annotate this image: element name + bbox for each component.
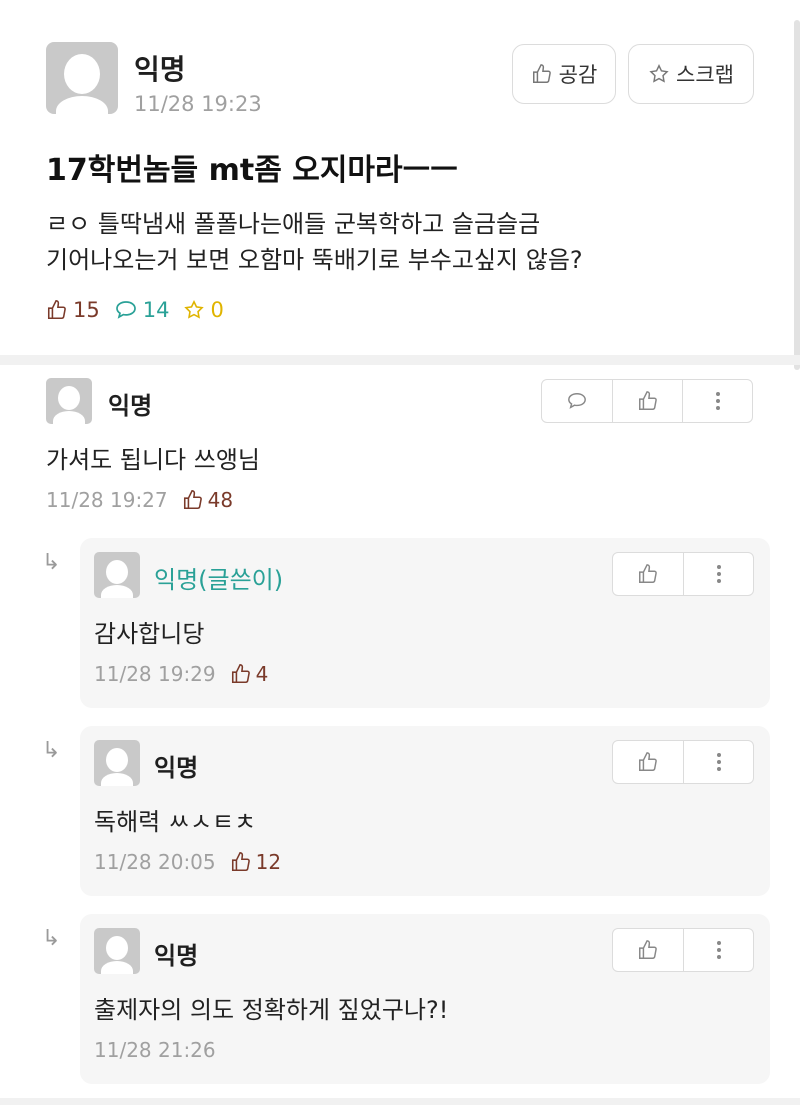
thumbs-up-icon xyxy=(47,300,66,320)
reply-like-button[interactable] xyxy=(613,741,683,783)
comment-meta: 11/28 19:27 48 xyxy=(46,488,233,512)
reply-meta: 11/28 20:05 12 xyxy=(94,850,281,874)
reply-time: 11/28 21:26 xyxy=(94,1038,216,1062)
post-author-avatar xyxy=(46,42,118,114)
post-content: ㄹㅇ 틀딱냄새 폴폴나는애들 군복학하고 슬금슬금 기어나오는거 보면 오함마 … xyxy=(46,206,583,278)
reply-text: 출제자의 의도 정확하게 짚었구나?! xyxy=(94,996,449,1024)
reply-likes: 12 xyxy=(230,850,281,874)
reply-actions xyxy=(612,552,754,596)
reply-time: 11/28 19:29 xyxy=(94,662,216,686)
like-count-value: 15 xyxy=(73,298,100,322)
scrap-button[interactable]: 스크랩 xyxy=(628,44,754,104)
reply-avatar xyxy=(94,552,140,598)
reply-likes-value: 12 xyxy=(255,850,282,874)
comment-time: 11/28 19:27 xyxy=(46,488,168,512)
comment-author: 익명 xyxy=(108,392,153,420)
scrollbar[interactable] xyxy=(794,20,800,370)
scrap-count-value: 0 xyxy=(210,298,224,322)
reply-time: 11/28 20:05 xyxy=(94,850,216,874)
post-author-name: 익명 xyxy=(134,53,186,86)
thumbs-up-icon xyxy=(231,852,250,872)
comment-likes: 48 xyxy=(182,488,233,512)
vertical-dots-icon xyxy=(715,392,720,410)
thumbs-up-icon xyxy=(639,940,657,959)
reply-like-button[interactable] xyxy=(613,929,683,971)
star-icon xyxy=(649,64,669,83)
reply-more-button[interactable] xyxy=(683,741,753,783)
more-button[interactable] xyxy=(682,380,752,422)
reply-meta: 11/28 21:26 xyxy=(94,1038,216,1062)
reply-author-op: 익명(글쓴이) xyxy=(154,566,284,594)
comment-text: 가셔도 됩니다 쓰앵님 xyxy=(46,446,260,474)
comment-count: 14 xyxy=(114,298,170,322)
thumbs-up-icon xyxy=(639,564,657,583)
like-count: 15 xyxy=(46,298,100,322)
comment-actions xyxy=(541,379,753,423)
reply-arrow-icon: ↳ xyxy=(42,738,61,763)
speech-bubble-icon xyxy=(115,301,136,319)
reply-text: 감사합니당 xyxy=(94,620,205,648)
thumbs-up-icon xyxy=(231,664,250,684)
like-button-label: 공감 xyxy=(558,63,598,87)
comment-avatar xyxy=(46,378,92,424)
star-icon xyxy=(184,299,205,319)
vertical-dots-icon xyxy=(716,753,721,771)
reply-more-button[interactable] xyxy=(683,929,753,971)
thumbs-up-icon xyxy=(638,391,657,410)
vertical-dots-icon xyxy=(716,941,721,959)
section-divider xyxy=(0,1098,800,1105)
reply-item: 익명 독해력 ㅆㅅㅌㅊ 11/28 20:05 12 xyxy=(80,726,770,896)
section-divider xyxy=(0,355,800,365)
thumbs-up-icon xyxy=(532,64,551,83)
reply-arrow-icon: ↳ xyxy=(42,926,61,951)
post-content-line: 기어나오는거 보면 오함마 뚝배기로 부수고싶지 않음? xyxy=(46,246,583,274)
reply-text: 독해력 ㅆㅅㅌㅊ xyxy=(94,808,257,836)
reply-author: 익명 xyxy=(154,754,199,782)
thumbs-up-icon xyxy=(639,752,657,771)
reply-more-button[interactable] xyxy=(683,553,753,595)
reply-actions xyxy=(612,928,754,972)
scrap-count: 0 xyxy=(183,298,224,322)
reply-likes: 4 xyxy=(230,662,269,686)
thumbs-up-icon xyxy=(183,490,202,510)
reply-arrow-icon: ↳ xyxy=(42,550,61,575)
reply-item: 익명(글쓴이) 감사합니당 11/28 19:29 4 xyxy=(80,538,770,708)
reply-actions xyxy=(612,740,754,784)
reply-likes-value: 4 xyxy=(255,662,269,686)
comment-count-value: 14 xyxy=(142,298,170,322)
reply-avatar xyxy=(94,928,140,974)
reply-like-button[interactable] xyxy=(613,553,683,595)
comment-like-button[interactable] xyxy=(612,380,682,422)
post-stats: 15 14 0 xyxy=(46,298,238,322)
reply-item: 익명 출제자의 의도 정확하게 짚었구나?! 11/28 21:26 xyxy=(80,914,770,1084)
vertical-dots-icon xyxy=(716,565,721,583)
scrap-button-label: 스크랩 xyxy=(676,63,734,87)
reply-avatar xyxy=(94,740,140,786)
comment-likes-value: 48 xyxy=(207,488,234,512)
like-button[interactable]: 공감 xyxy=(512,44,616,104)
reply-meta: 11/28 19:29 4 xyxy=(94,662,268,686)
speech-bubble-icon xyxy=(568,392,586,409)
post-title: 17학번놈들 mt좀 오지마라ㅡㅡ xyxy=(46,153,458,188)
post-time: 11/28 19:23 xyxy=(134,92,262,116)
reply-button[interactable] xyxy=(542,380,612,422)
reply-author: 익명 xyxy=(154,942,199,970)
post-content-line: ㄹㅇ 틀딱냄새 폴폴나는애들 군복학하고 슬금슬금 xyxy=(46,210,541,238)
